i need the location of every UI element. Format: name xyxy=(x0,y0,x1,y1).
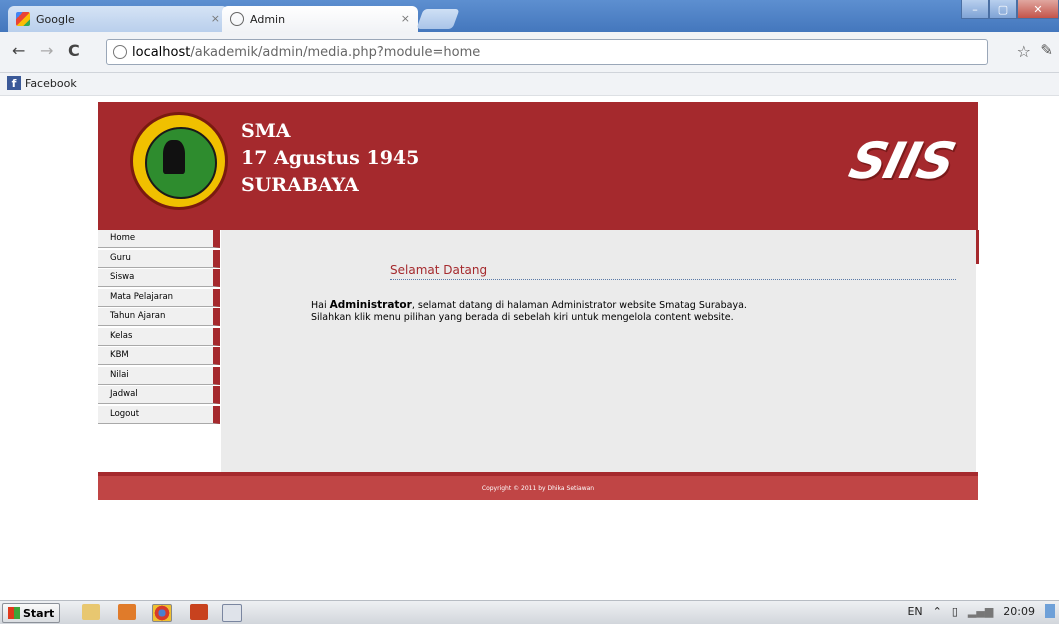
site-footer: Copyright © 2011 by Dhika Setiawan xyxy=(98,472,978,500)
signal-icon[interactable]: ▂▄▆ xyxy=(968,605,993,618)
tab-label: Admin xyxy=(250,12,286,26)
tab-admin[interactable]: Admin × xyxy=(222,6,418,32)
tree-icon xyxy=(163,140,185,174)
tab-label: Google xyxy=(36,12,75,26)
bookmark-facebook[interactable]: f Facebook xyxy=(7,76,77,90)
school-name-line: 17 Agustus 1945 xyxy=(241,147,420,169)
menu-item-siswa[interactable]: Siswa xyxy=(98,269,220,287)
menu-item-kbm[interactable]: KBM xyxy=(98,347,220,365)
menu-item-home[interactable]: Home xyxy=(98,230,220,248)
facebook-icon: f xyxy=(7,76,21,90)
footer-border xyxy=(98,472,978,476)
menu-item-nilai[interactable]: Nilai xyxy=(98,366,220,385)
tab-google[interactable]: Google × xyxy=(8,6,228,32)
close-tab-icon[interactable]: × xyxy=(401,12,410,25)
folder-icon[interactable] xyxy=(82,604,100,620)
minimize-button[interactable]: – xyxy=(961,0,989,19)
welcome-line-2: Silahkan klik menu pilihan yang berada d… xyxy=(311,312,734,323)
header-edge xyxy=(976,230,979,264)
start-button[interactable]: Start xyxy=(2,603,61,623)
menu-item-mata-pelajaran[interactable]: Mata Pelajaran xyxy=(98,288,220,307)
address-bar[interactable]: localhost/akademik/admin/media.php?modul… xyxy=(106,39,988,65)
close-window-button[interactable]: ✕ xyxy=(1017,0,1059,19)
media-player-icon[interactable] xyxy=(118,604,136,620)
menu-item-jadwal[interactable]: Jadwal xyxy=(98,386,220,404)
show-desktop-button[interactable] xyxy=(1045,604,1055,618)
user-name: Administrator xyxy=(329,299,412,311)
school-name-line: SMA xyxy=(241,120,291,142)
site-header: SMA 17 Agustus 1945 SURABAYA SIIS xyxy=(98,102,978,230)
main-content: Selamat Datang Hai Administrator, selama… xyxy=(221,230,976,472)
school-name-line: SURABAYA xyxy=(241,174,359,196)
school-logo xyxy=(130,112,228,210)
menu-item-guru[interactable]: Guru xyxy=(98,249,220,268)
menu-item-kelas[interactable]: Kelas xyxy=(98,327,220,346)
globe-icon xyxy=(230,12,244,26)
word-icon[interactable] xyxy=(222,604,242,622)
app-icon[interactable] xyxy=(190,604,208,620)
device-icon[interactable]: ▯ xyxy=(952,605,958,618)
language-indicator[interactable]: EN xyxy=(907,605,922,618)
menu-item-tahun-ajaran[interactable]: Tahun Ajaran xyxy=(98,308,220,326)
greeting-prefix: Hai xyxy=(311,300,330,311)
close-tab-icon[interactable]: × xyxy=(211,12,220,25)
greeting-suffix: , selamat datang di halaman Administrato… xyxy=(411,300,747,311)
bookmarks-bar: f Facebook xyxy=(0,73,1059,96)
bookmark-label: Facebook xyxy=(25,76,77,90)
url-host: localhost xyxy=(132,44,191,60)
bookmark-star-icon[interactable]: ☆ xyxy=(1017,42,1031,61)
wrench-menu-icon[interactable]: ✎ xyxy=(1040,41,1053,59)
forward-arrow-icon[interactable]: → xyxy=(40,41,53,60)
school-name: SMA 17 Agustus 1945 SURABAYA xyxy=(241,118,419,199)
brand-logo: SIIS xyxy=(843,132,960,190)
new-tab-button[interactable] xyxy=(416,9,460,29)
show-hidden-icons-icon[interactable]: ⌃ xyxy=(933,605,942,618)
clock[interactable]: 20:09 xyxy=(1003,605,1035,618)
menu-item-logout[interactable]: Logout xyxy=(98,405,220,424)
sidebar-menu: Home Guru Siswa Mata Pelajaran Tahun Aja… xyxy=(98,230,220,425)
system-tray: EN ⌃ ▯ ▂▄▆ 20:09 xyxy=(897,604,1055,618)
page-info-icon[interactable] xyxy=(113,45,127,59)
windows-taskbar: Start EN ⌃ ▯ ▂▄▆ 20:09 xyxy=(0,600,1059,624)
welcome-text: Hai Administrator, selamat datang di hal… xyxy=(311,299,747,324)
welcome-line-1: Hai Administrator, selamat datang di hal… xyxy=(311,299,747,312)
window-controls: – ▢ ✕ xyxy=(961,0,1059,19)
chrome-icon[interactable] xyxy=(152,604,172,622)
google-favicon-icon xyxy=(16,12,30,26)
reload-icon[interactable]: C xyxy=(68,41,80,60)
browser-toolbar: ← → C localhost/akademik/admin/media.php… xyxy=(0,32,1059,73)
content-title: Selamat Datang xyxy=(390,263,956,280)
back-arrow-icon[interactable]: ← xyxy=(12,41,25,60)
windows-logo-icon xyxy=(8,607,20,619)
url-path: /akademik/admin/media.php?module=home xyxy=(190,44,481,60)
browser-tab-strip: Google × Admin × – ▢ ✕ xyxy=(0,0,1059,32)
maximize-button[interactable]: ▢ xyxy=(989,0,1017,19)
start-label: Start xyxy=(23,606,55,620)
